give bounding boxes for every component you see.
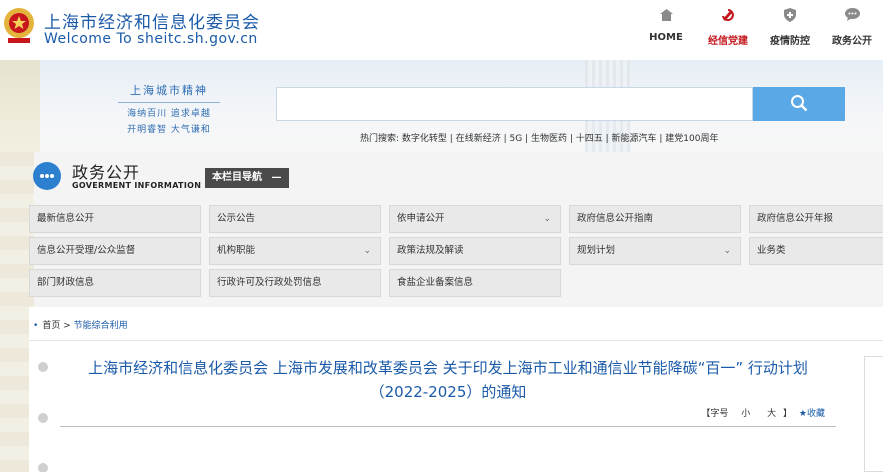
section-title: 政务公开 [72,163,141,182]
nav-cell-permits[interactable]: 行政许可及行政处罚信息 [209,269,381,297]
font-large-button[interactable]: 大 [767,409,776,419]
chevron-down-icon: ⌄ [363,246,371,256]
chevron-down-icon: ⌄ [723,246,731,256]
nav-cell-functions[interactable]: 机构职能 ⌄ [209,237,381,265]
nav-cell-policies[interactable]: 政策法规及解读 [389,237,561,265]
nav-party-label: 经信党建 [708,36,748,47]
nav-cell-label: 信息公开受理/公众监督 [37,245,136,256]
font-size-label: 【字号 [701,409,729,419]
hot-search-link[interactable]: 十四五 [576,134,603,144]
breadcrumb: • 首页 > 节能综合利用 [33,318,128,331]
search-input[interactable] [276,87,753,121]
city-spirit-title: 上海城市精神 [118,82,220,103]
hot-search-link[interactable]: 数字化转型 [402,134,447,144]
nav-home-label: HOME [649,32,683,43]
font-size-close: 】 [783,409,793,419]
nav-cell-label: 政府信息公开指南 [577,213,654,224]
favorite-button[interactable]: ★收藏 [799,409,825,419]
breadcrumb-home[interactable]: 首页 [42,321,60,331]
nav-cell-salt[interactable]: 食盐企业备案信息 [389,269,561,297]
nav-cell-label: 业务类 [757,245,786,256]
nav-cell-label: 最新信息公开 [37,213,95,224]
nav-cell-label: 行政许可及行政处罚信息 [217,277,322,288]
nav-cell-guide[interactable]: 政府信息公开指南 [569,205,741,233]
nav-cell-plans[interactable]: 规划计划 ⌄ [569,237,741,265]
tower-decoration [0,60,40,152]
column-nav-label: 本栏目导航 [212,172,262,183]
shield-icon [759,8,821,28]
nav-cell-label: 公示公告 [217,213,256,224]
bullet-icon [38,362,48,372]
nav-cell-label: 部门财政信息 [37,277,95,288]
font-small-button[interactable]: 小 [741,409,750,419]
nav-cell-business[interactable]: 业务类 [749,237,883,265]
nav-cell-label: 机构职能 [217,245,256,256]
nav-home[interactable]: HOME [635,8,697,52]
chevron-down-icon: ⌄ [543,214,551,224]
chat-icon [33,162,61,190]
nav-cell-finance[interactable]: 部门财政信息 [29,269,201,297]
site-name: 上海市经济和信息化委员会 [44,13,260,33]
hot-search-link[interactable]: 在线新经济 [456,134,501,144]
nav-cell-supervision[interactable]: 信息公开受理/公众监督 [29,237,201,265]
nav-cell-label: 规划计划 [577,245,616,256]
hot-search-link[interactable]: 新能源汽车 [612,134,657,144]
city-spirit-line2: 开明睿智 大气谦和 [127,125,211,135]
search-icon [791,94,808,111]
nav-cell-label: 依申请公开 [397,213,445,224]
chat-icon [821,8,883,28]
nav-cell-latest[interactable]: 最新信息公开 [29,205,201,233]
section-subtitle: GOVERMENT INFORMATION [72,181,202,190]
city-spirit: 上海城市精神 海纳百川 追求卓越 开明睿智 大气谦和 [118,82,220,135]
site-domain: Welcome To sheitc.sh.gov.cn [44,31,258,47]
nav-party-building[interactable]: 经信党建 [697,8,759,52]
side-panel [864,356,883,472]
nav-gov-info[interactable]: 政务公开 [821,8,883,52]
home-icon [635,8,697,28]
nav-epidemic-label: 疫情防控 [770,36,810,47]
bullet-icon [38,413,48,423]
bullet-icon: • [33,321,39,331]
city-spirit-line1: 海纳百川 追求卓越 [127,109,211,119]
nav-epidemic[interactable]: 疫情防控 [759,8,821,52]
hot-search-link[interactable]: 生物医药 [531,134,567,144]
top-nav: HOME 经信党建 疫情防控 政务公开 [635,8,883,52]
party-emblem-icon [697,8,759,28]
breadcrumb-current[interactable]: 节能综合利用 [74,321,128,331]
hot-search-link[interactable]: 建党100周年 [665,134,718,144]
government-emblem-icon [4,8,34,43]
collapse-icon: — [271,172,282,183]
hot-search-link[interactable]: 5G [509,134,522,144]
nav-cell-on-request[interactable]: 依申请公开 ⌄ [389,205,561,233]
divider [29,340,883,341]
hot-search: 热门搜索: 数字化转型 | 在线新经济 | 5G | 生物医药 | 十四五 | … [360,134,719,144]
article-title: 上海市经济和信息化委员会 上海市发展和改革委员会 关于印发上海市工业和通信业节能… [88,359,808,401]
column-nav-button[interactable]: 本栏目导航 — [205,168,289,188]
hot-search-label: 热门搜索: [360,134,400,144]
article-tools: 【字号 小 大 】 ★收藏 [697,406,825,419]
nav-cell-annual-report[interactable]: 政府信息公开年报 [749,205,883,233]
breadcrumb-separator: > [63,321,71,331]
nav-gov-info-label: 政务公开 [832,36,872,47]
bullet-icon [38,463,48,472]
nav-cell-label: 食盐企业备案信息 [397,277,474,288]
site-header: 上海市经济和信息化委员会 Welcome To sheitc.sh.gov.cn… [0,0,883,60]
nav-cell-label: 政策法规及解读 [397,245,464,256]
search-button[interactable] [753,87,845,121]
nav-cell-label: 政府信息公开年报 [757,213,834,224]
nav-cell-notices[interactable]: 公示公告 [209,205,381,233]
title-divider [60,426,836,427]
